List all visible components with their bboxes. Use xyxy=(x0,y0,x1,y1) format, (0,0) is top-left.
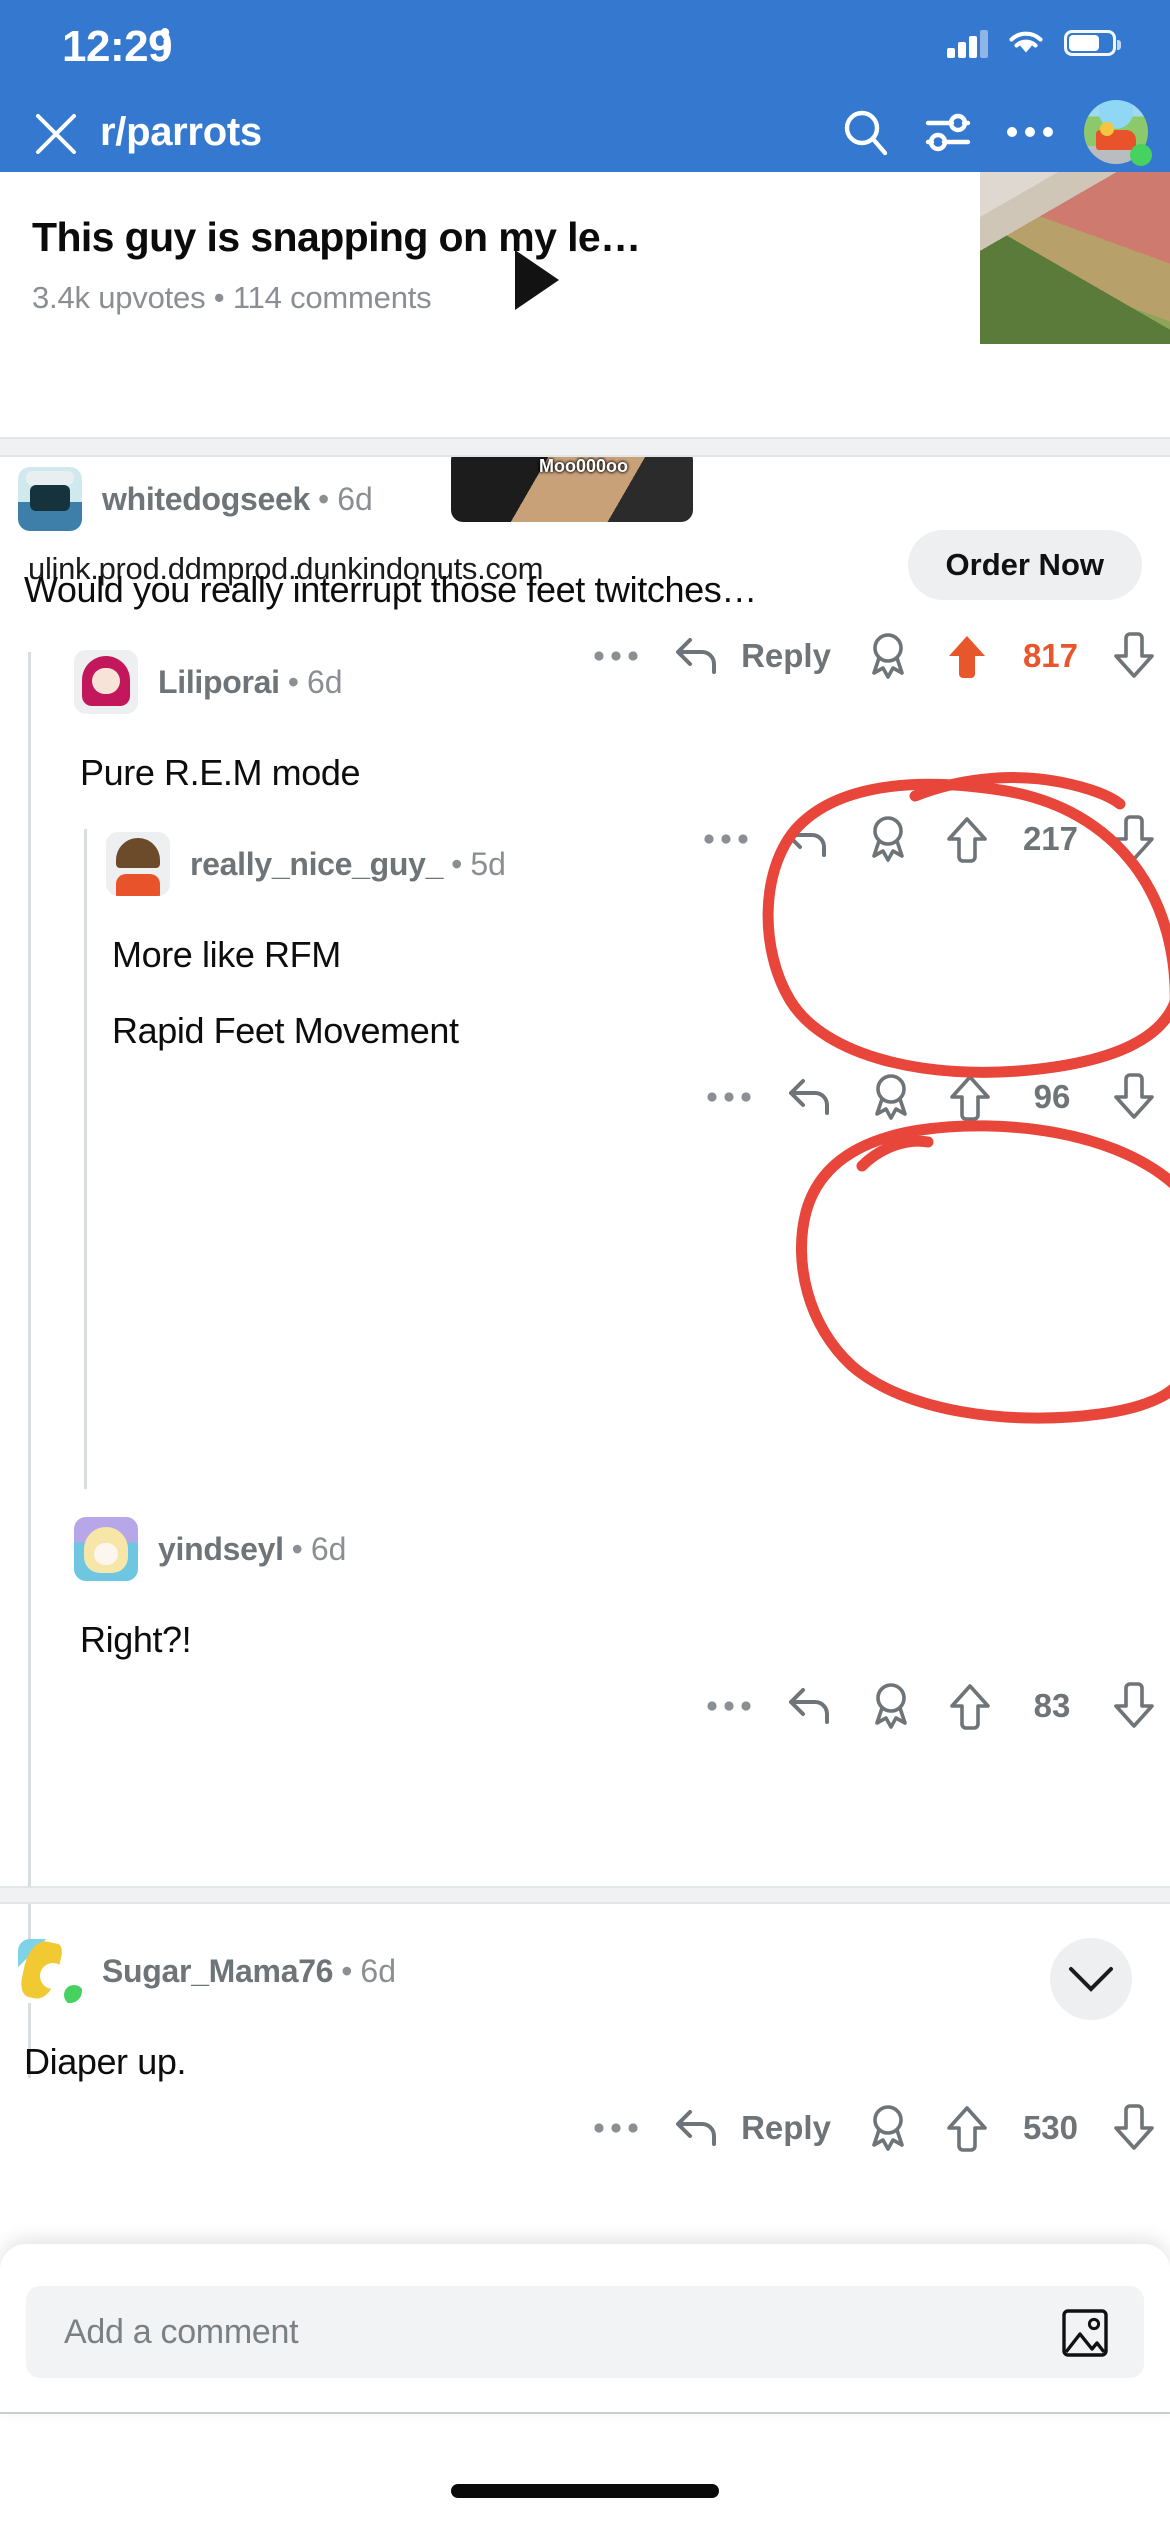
avatar[interactable] xyxy=(18,467,82,531)
comment-timestamp: 6d xyxy=(360,1952,396,1989)
separator-dot: • xyxy=(318,480,330,517)
avatar[interactable] xyxy=(74,1517,138,1581)
collapse-thread-button[interactable] xyxy=(1050,1938,1132,2020)
status-time: 12:29 xyxy=(62,22,173,71)
add-comment-field[interactable]: Add a comment xyxy=(26,2286,1144,2378)
separator-dot: • xyxy=(291,1530,303,1567)
comment-body: Would you really interrupt those feet tw… xyxy=(0,541,1170,613)
separator-dot: • xyxy=(287,663,299,700)
add-comment-placeholder: Add a comment xyxy=(64,2312,299,2351)
comment-timestamp: 6d xyxy=(306,663,343,700)
close-icon[interactable] xyxy=(26,104,86,164)
page-title[interactable]: r/parrots xyxy=(100,110,262,155)
comment-author[interactable]: Liliporai xyxy=(158,664,280,701)
comment-paragraph: More like RFM xyxy=(112,934,341,975)
battery-icon xyxy=(1064,30,1121,56)
avatar[interactable] xyxy=(106,832,170,896)
sort-filter-icon[interactable] xyxy=(920,102,976,162)
vote-score: 96 xyxy=(1033,1078,1071,1116)
comment-paragraph: Would you really interrupt those feet tw… xyxy=(24,569,757,610)
comment-actions: Reply 530 xyxy=(0,2085,1170,2171)
reply-label[interactable]: Reply xyxy=(741,2109,831,2147)
status-bar: 12:29 xyxy=(0,0,1170,96)
home-indicator xyxy=(451,2484,719,2498)
comment-body: Pure R.E.M mode xyxy=(0,724,1170,796)
more-options-icon[interactable] xyxy=(1002,102,1058,162)
comment-composer: Add a comment xyxy=(0,2244,1170,2414)
cellular-signal-icon xyxy=(947,28,988,58)
avatar[interactable] xyxy=(18,1939,82,2003)
comment-item: Sugar_Mama76 • 6d Diaper up. Reply 530 xyxy=(0,1929,1170,2171)
post-preview-bar[interactable]: This guy is snapping on my le… 3.4k upvo… xyxy=(0,172,1170,600)
comment-author[interactable]: yindseyl xyxy=(158,1531,284,1568)
more-options-icon[interactable] xyxy=(706,1698,752,1714)
reply-arrow-icon[interactable] xyxy=(786,1684,834,1728)
comment-body: More like RFM Rapid Feet Movement xyxy=(0,906,1170,1054)
comment-header[interactable]: Sugar_Mama76 • 6d xyxy=(0,1929,1170,2013)
comment-paragraph: Pure R.E.M mode xyxy=(80,752,361,793)
section-divider xyxy=(0,437,1170,457)
comment-actions: 96 xyxy=(0,1054,1170,1140)
nav-actions xyxy=(838,100,1152,166)
reddit-post-screen: 12:29 r/parrots This guy is snapping on … xyxy=(0,0,1170,2532)
user-avatar[interactable] xyxy=(1084,100,1152,166)
comment-body: Right?! xyxy=(0,1591,1170,1663)
comment-author[interactable]: Sugar_Mama76 xyxy=(102,1953,333,1990)
comment-item: yindseyl • 6d Right?! 83 xyxy=(0,1507,1170,1749)
image-attachment-icon[interactable] xyxy=(1060,2308,1110,2358)
avatar[interactable] xyxy=(74,650,138,714)
vote-score: 83 xyxy=(1033,1687,1071,1725)
chevron-down-icon xyxy=(1069,1967,1113,1992)
status-indicators xyxy=(947,28,1121,58)
comment-author[interactable]: whitedogseek xyxy=(102,481,310,518)
upvote-arrow-icon[interactable] xyxy=(945,2104,989,2152)
post-thumbnail xyxy=(980,172,1170,344)
vote-score: 530 xyxy=(1022,2109,1078,2147)
comment-actions: 83 xyxy=(0,1663,1170,1749)
award-icon[interactable] xyxy=(868,1072,914,1122)
search-icon[interactable] xyxy=(838,102,894,162)
upvote-arrow-icon[interactable] xyxy=(948,1682,992,1730)
top-nav-bar: r/parrots xyxy=(0,96,1170,172)
comment-author[interactable]: really_nice_guy_ xyxy=(190,846,443,883)
comment-timestamp: 6d xyxy=(310,1530,347,1567)
comment-item: really_nice_guy_ • 5d More like RFM Rapi… xyxy=(0,822,1170,1140)
downvote-arrow-icon[interactable] xyxy=(1112,1682,1156,1730)
comment-timestamp: 6d xyxy=(337,480,373,517)
reply-arrow-icon[interactable] xyxy=(786,1075,834,1119)
more-options-icon[interactable] xyxy=(593,2120,639,2136)
comment-paragraph: Diaper up. xyxy=(24,2041,187,2082)
separator-dot: • xyxy=(341,1952,353,1989)
online-status-dot xyxy=(1130,144,1152,166)
comment-header[interactable]: yindseyl • 6d xyxy=(0,1507,1170,1591)
comment-timestamp: 5d xyxy=(470,845,506,882)
wifi-icon xyxy=(1009,31,1043,53)
comment-header[interactable]: really_nice_guy_ • 5d xyxy=(0,822,1170,906)
comment-paragraph: Right?! xyxy=(80,1619,192,1660)
downvote-arrow-icon[interactable] xyxy=(1112,1073,1156,1121)
post-meta: 3.4k upvotes • 114 comments xyxy=(32,280,432,315)
reply-arrow-icon[interactable] xyxy=(673,2106,721,2150)
more-options-icon[interactable] xyxy=(706,1089,752,1105)
separator-dot: • xyxy=(451,845,463,882)
play-icon[interactable] xyxy=(515,250,559,310)
award-icon[interactable] xyxy=(865,2103,911,2153)
award-icon[interactable] xyxy=(868,1681,914,1731)
comment-body: Diaper up. xyxy=(0,2013,1170,2085)
downvote-arrow-icon[interactable] xyxy=(1112,2104,1156,2152)
comment-header[interactable]: whitedogseek • 6d xyxy=(0,457,1170,541)
location-arrow-icon xyxy=(160,28,170,57)
section-divider xyxy=(0,1886,1170,1904)
upvote-arrow-icon[interactable] xyxy=(948,1073,992,1121)
online-status-dot xyxy=(64,1985,82,2003)
comment-header[interactable]: Liliporai • 6d xyxy=(0,640,1170,724)
comment-paragraph: Rapid Feet Movement xyxy=(112,1010,459,1052)
